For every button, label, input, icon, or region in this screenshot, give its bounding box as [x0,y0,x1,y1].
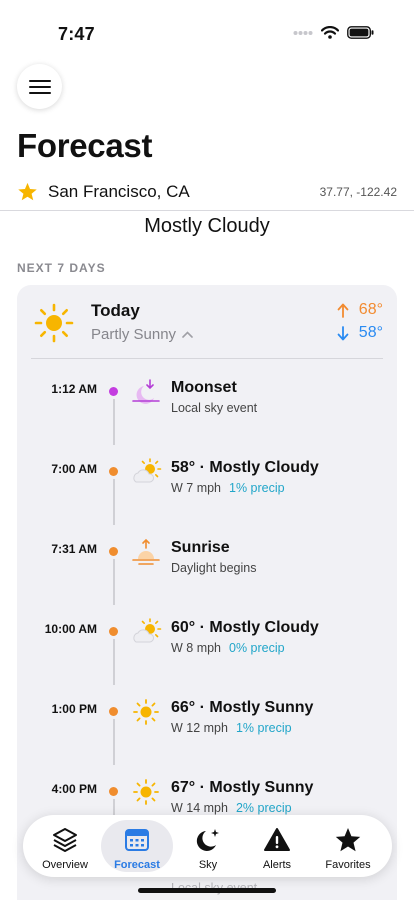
calendar-icon [125,829,149,851]
event-subtitle: W 14 mph 2% precip [171,801,292,815]
event-time: 7:00 AM [51,462,97,476]
temp-low: 58° [337,324,383,342]
status-icons [293,26,374,39]
event-time: 1:12 AM [51,382,97,396]
tab-label: Alerts [262,859,292,871]
event-subtitle: Daylight begins [171,561,256,575]
tab-overview[interactable]: Overview [29,820,101,872]
moon-stars-icon [196,829,219,851]
sun-icon [133,779,159,805]
event-detail: Local sky event [171,401,258,415]
event-subtitle: W 12 mph 1% precip [171,721,292,735]
hamburger-icon [28,79,51,94]
current-condition: Mostly Cloudy [144,215,270,237]
temp-high: 68° [337,301,383,319]
event-detail: Daylight begins [171,561,257,575]
timeline-item[interactable]: 1:12 AM Moonset Local sky event [17,359,397,445]
event-time: 1:00 PM [51,702,97,716]
star-icon [335,828,361,852]
page-title: Forecast [17,127,153,164]
arrow-down-icon [337,325,349,340]
timeline-dot [109,787,118,796]
timeline-dot [109,387,118,396]
forecast-card: Today Partly Sunny 68° 58° 1:12 AM Moons… [17,285,397,900]
warning-icon [264,828,290,851]
timeline-dot [109,627,118,636]
status-time: 7:47 [58,24,95,44]
wifi-icon [321,26,339,39]
sun-icon [34,303,74,343]
precip-value: 2% precip [235,801,292,815]
today-row[interactable]: Today Partly Sunny 68° 58° [17,285,397,359]
today-condition[interactable]: Partly Sunny [91,326,193,343]
timeline-item[interactable]: 7:31 AM Sunrise Daylight begins [17,519,397,605]
tab-favorites[interactable]: Favorites [312,820,384,872]
tab-label: Forecast [114,859,160,871]
signal-icon [293,30,313,35]
timeline-item[interactable]: 1:00 PM 66° · Mostly Sunny W 12 mph 1% pr… [17,679,397,765]
today-label: Today [91,301,140,320]
temp-low-value: 58° [358,324,383,341]
status-bar: 7:47 [0,0,414,62]
event-detail: W 8 mph [171,641,222,655]
event-time: 7:31 AM [51,542,97,556]
event-detail: W 12 mph [171,721,228,735]
tab-forecast[interactable]: Forecast [101,820,173,872]
location-name: San Francisco, CA [48,182,190,201]
precip-value: 1% precip [235,721,292,735]
location-row[interactable]: San Francisco, CA 37.77, -122.42 [17,180,397,204]
section-label: NEXT 7 DAYS [17,261,106,275]
tab-bar: Overview Forecast Sky Alerts Favorites [23,815,392,877]
layers-icon [53,828,77,852]
event-detail: W 7 mph [171,481,222,495]
precip-value: 0% precip [229,641,285,655]
event-title: Moonset [171,379,237,396]
star-icon[interactable] [17,182,38,202]
temp-high-value: 68° [358,301,383,318]
tab-sky[interactable]: Sky [172,820,244,872]
chevron-up-icon[interactable] [182,331,193,338]
timeline-item[interactable]: 7:00 AM 58° · Mostly Cloudy W 7 mph 1% pr… [17,439,397,525]
today-condition-text: Partly Sunny [91,326,177,343]
home-indicator [138,888,276,893]
event-subtitle: W 8 mph 0% precip [171,641,285,655]
coordinates: 37.77, -122.42 [319,185,397,199]
partly-cloudy-icon [133,458,162,483]
event-title: 66° · Mostly Sunny [171,699,314,716]
event-detail: W 14 mph [171,801,228,815]
event-title: 58° · Mostly Cloudy [171,459,319,476]
timeline-item[interactable]: 10:00 AM 60° · Mostly Cloudy W 8 mph 0% p… [17,599,397,685]
moonset-icon [132,379,160,404]
partly-cloudy-icon [133,618,162,643]
tab-alerts[interactable]: Alerts [241,820,313,872]
precip-value: 1% precip [229,481,285,495]
menu-button[interactable] [17,64,62,109]
event-subtitle: W 7 mph 1% precip [171,481,285,495]
timeline-dot [109,467,118,476]
timeline-dot [109,547,118,556]
arrow-up-icon [337,303,349,318]
tab-label: Overview [42,859,88,871]
event-title: 67° · Mostly Sunny [171,779,314,796]
tab-label: Favorites [325,859,371,871]
event-time: 4:00 PM [51,782,97,796]
tab-label: Sky [198,859,218,871]
event-time: 10:00 AM [44,622,97,636]
event-title: 60° · Mostly Cloudy [171,619,319,636]
sunrise-icon [132,538,160,565]
header-divider [0,210,414,211]
battery-icon [347,26,374,39]
event-subtitle: Local sky event [171,401,257,415]
sun-icon [133,699,159,725]
event-title: Sunrise [171,539,230,556]
timeline-dot [109,707,118,716]
